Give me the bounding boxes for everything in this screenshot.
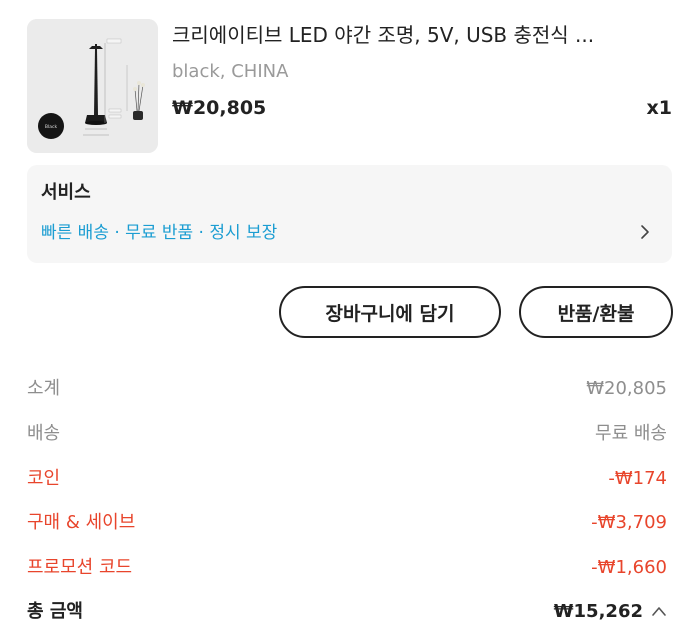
product-thumbnail[interactable]: Black	[27, 19, 158, 153]
summary-row-total[interactable]: 총 금액 ₩15,262	[27, 597, 667, 627]
color-badge-label: Black	[45, 124, 58, 130]
cart-product-item[interactable]: Black 크리에이티브 LED 야간 조명, 5V, USB 충전식 ... …	[27, 19, 672, 153]
summary-row-subtotal: 소계 ₩20,805	[27, 374, 667, 404]
service-card[interactable]: 서비스 빠른 배송 · 무료 반품 · 정시 보장	[27, 165, 672, 263]
return-refund-button[interactable]: 반품/환불	[519, 286, 673, 338]
service-title: 서비스	[41, 182, 91, 203]
shipping-value: 무료 배송	[595, 423, 667, 444]
add-to-cart-button[interactable]: 장바구니에 담기	[279, 286, 501, 338]
buy-save-value: -₩3,709	[591, 512, 667, 533]
product-title[interactable]: 크리에이티브 LED 야간 조명, 5V, USB 충전식 ...	[172, 21, 672, 49]
lamp-product-image: Black	[27, 19, 158, 153]
subtotal-value: ₩20,805	[586, 378, 667, 399]
summary-row-promo: 프로모션 코드 -₩1,660	[27, 553, 667, 583]
total-value: ₩15,262	[553, 601, 643, 622]
promo-label: 프로모션 코드	[27, 557, 133, 578]
coin-label: 코인	[27, 468, 61, 489]
product-quantity: x1	[646, 97, 672, 119]
coin-value: -₩174	[608, 468, 667, 489]
summary-row-buy-save: 구매 & 세이브 -₩3,709	[27, 508, 667, 538]
service-description: 빠른 배송 · 무료 반품 · 정시 보장	[41, 223, 278, 243]
product-price: ₩20,805	[172, 97, 267, 119]
summary-row-shipping: 배송 무료 배송	[27, 419, 667, 449]
product-variant: black, CHINA	[172, 61, 289, 82]
buy-save-label: 구매 & 세이브	[27, 512, 136, 533]
chevron-right-icon[interactable]	[640, 223, 650, 241]
total-label: 총 금액	[27, 601, 83, 622]
subtotal-label: 소계	[27, 378, 61, 399]
chevron-up-icon[interactable]	[651, 605, 667, 617]
summary-row-coin: 코인 -₩174	[27, 464, 667, 494]
promo-value: -₩1,660	[591, 557, 667, 578]
shipping-label: 배송	[27, 423, 61, 444]
